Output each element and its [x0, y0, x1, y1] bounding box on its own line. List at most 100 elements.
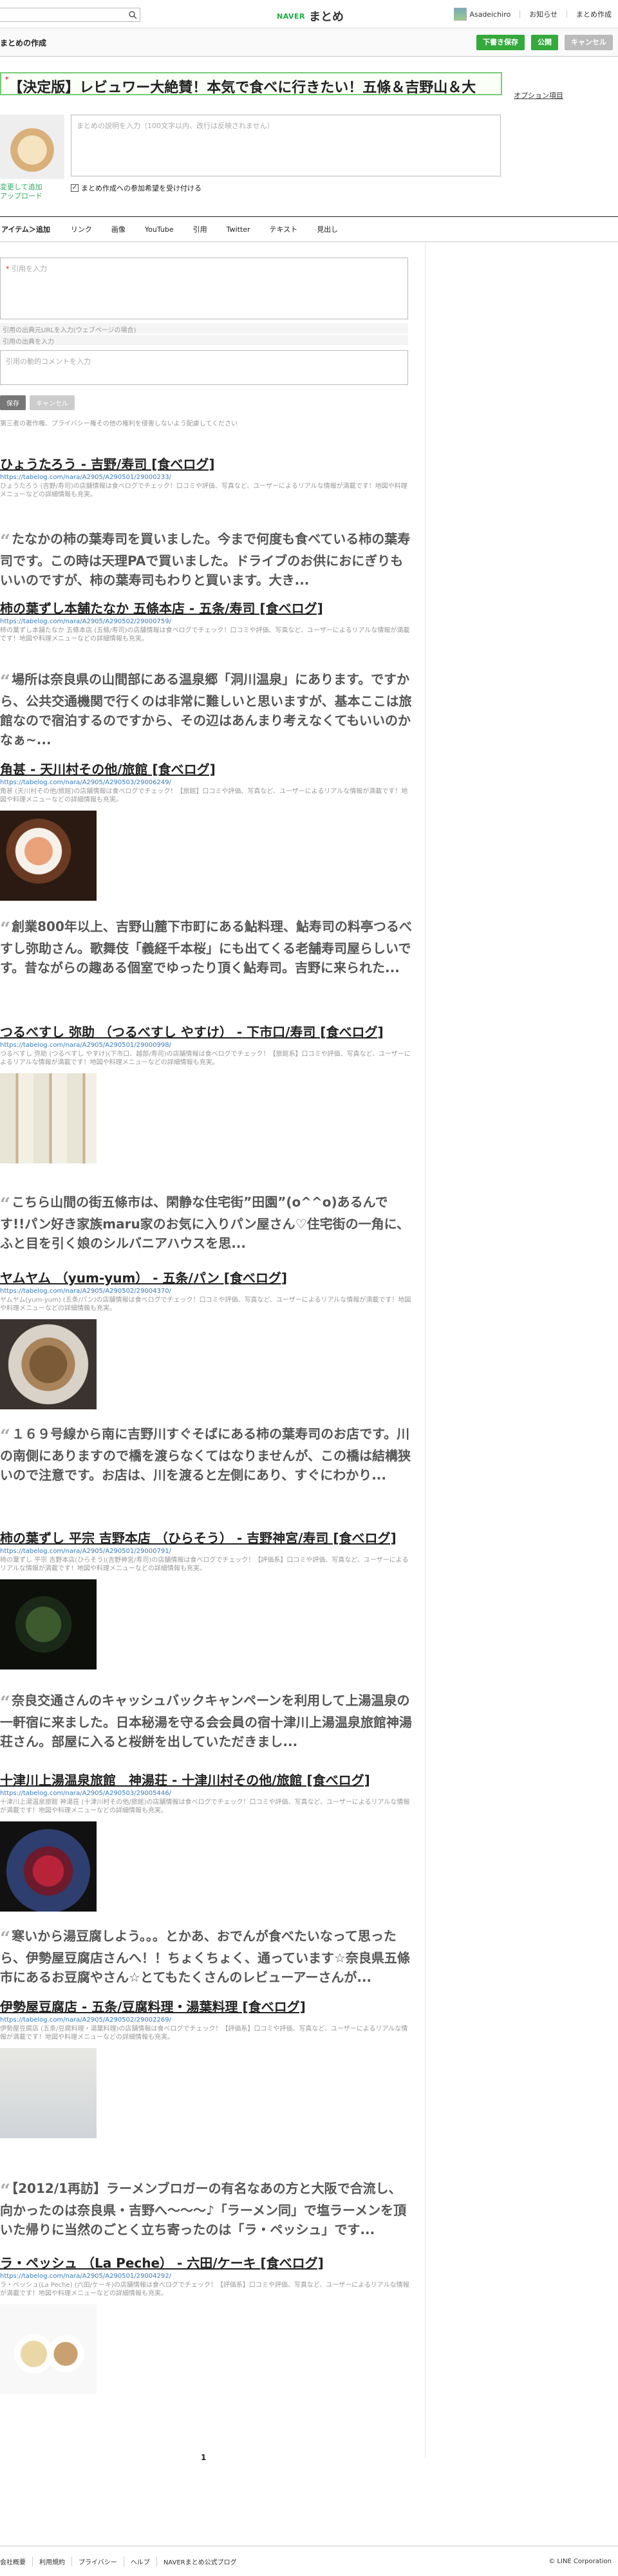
- link-item: つるべすし 弥助 （つるべすし やすけ） - 下市口/寿司 [食べログ] http…: [0, 1024, 412, 1163]
- tab-image[interactable]: 画像: [111, 224, 126, 234]
- link-url[interactable]: https://tabelog.com/nara/A2905/A290501/2…: [0, 474, 412, 481]
- required-mark: *: [6, 265, 12, 273]
- thumbnail-upload-link[interactable]: アップロード: [0, 192, 42, 201]
- quote-item: “奈良交通さんのキャッシュバックキャンペーンを利用して上湯温泉の一軒宿に来ました…: [0, 1691, 412, 1751]
- tab-twitter[interactable]: Twitter: [227, 225, 250, 234]
- user-menu[interactable]: Asadeichiro: [454, 8, 510, 21]
- title-value: 【決定版】レビュワー大絶賛！本気で食べに行きたい！五條＆吉野山＆大: [8, 80, 476, 95]
- link-item: 柿の葉ずし本舗たなか 五條本店 - 五条/寿司 [食べログ] https://ta…: [0, 600, 412, 643]
- link-url[interactable]: https://tabelog.com/nara/A2905/A290503/2…: [0, 1790, 412, 1797]
- add-item-label: アイテム＞追加: [1, 225, 50, 234]
- quote-item: “【2012/1再訪】ラーメンブロガーの有名なあの方と大阪で合流し、向かったのは…: [0, 2179, 412, 2239]
- link-snippet: 柿の葉ずし 平宗 吉野本店(ひらそう)(吉野神宮/寿司)の店舗情報は食べログでチ…: [0, 1557, 409, 1572]
- tab-text[interactable]: テキスト: [270, 224, 298, 234]
- checkbox-checked-icon[interactable]: ✓: [71, 184, 79, 192]
- avatar: [454, 8, 467, 21]
- participation-checkbox[interactable]: ✓ まとめ作成への参加希望を受け付ける: [71, 183, 201, 193]
- save-draft-button[interactable]: 下書き保存: [476, 35, 525, 50]
- user-name: Asadeichiro: [469, 10, 511, 19]
- footer-link-help[interactable]: ヘルプ: [131, 2556, 157, 2566]
- quote-mark-icon: “: [0, 1692, 11, 1713]
- quote-save-button[interactable]: 保存: [0, 395, 26, 410]
- quote-item: “たなかの柿の葉寿司を買いました。今まで何度も食べている柿の葉寿司です。この時は…: [0, 529, 412, 590]
- publish-button[interactable]: 公開: [531, 35, 558, 50]
- link-thumbnail-bread[interactable]: [0, 1319, 97, 1409]
- link-thumbnail-tuna[interactable]: [0, 1821, 97, 1912]
- quote-mark-icon: “: [0, 1425, 11, 1447]
- tab-youtube[interactable]: YouTube: [145, 225, 174, 234]
- quote-text: “１６９号線から南に吉野川すぐそばにある柿の葉寿司のお店です。川の南側にあります…: [0, 1424, 412, 1485]
- pagination-current[interactable]: 1: [201, 2453, 206, 2462]
- link-url[interactable]: https://tabelog.com/nara/A2905/A290502/2…: [0, 1288, 412, 1295]
- site-logo[interactable]: NAVER まとめ: [277, 8, 344, 24]
- page-title: まとめの作成: [0, 39, 47, 48]
- quote-body: 創業800年以上、吉野山麓下市町にある鮎料理、鮎寿司の料亭つるべすし弥助さん。歌…: [0, 919, 412, 975]
- link-title[interactable]: ラ・ペッシュ （La Peche） - 六田/ケーキ [食べログ]: [0, 2255, 412, 2271]
- description-input[interactable]: まとめの説明を入力（100文字以内、改行は反映されません）: [71, 115, 501, 176]
- search-input[interactable]: [0, 8, 140, 22]
- participation-label: まとめ作成への参加希望を受け付ける: [81, 184, 201, 193]
- link-thumbnail-tofu[interactable]: [0, 2048, 97, 2138]
- link-item: 十津川上湯温泉旅館 神湯荘 - 十津川村その他/旅館 [食べログ] https:/…: [0, 1772, 412, 1912]
- link-snippet: ひょうたろう (吉野/寿司)の店舗情報は食べログでチェック！口コミや評価、写真な…: [0, 483, 407, 498]
- quote-body: 奈良交通さんのキャッシュバックキャンペーンを利用して上湯温泉の一軒宿に来ました。…: [0, 1693, 412, 1749]
- link-thumbnail-kaki[interactable]: [0, 1579, 97, 1669]
- link-title[interactable]: 伊勢屋豆腐店 - 五条/豆腐料理・湯葉料理 [食べログ]: [0, 1998, 412, 2015]
- quote-mark-icon: “: [0, 918, 11, 939]
- options-link[interactable]: オプション項目: [514, 90, 563, 100]
- link-url[interactable]: https://tabelog.com/nara/A2905/A290501/2…: [0, 1548, 412, 1555]
- nav-notices[interactable]: お知らせ: [529, 9, 557, 19]
- link-title[interactable]: 角甚 - 天川村その他/旅館 [食べログ]: [0, 761, 412, 778]
- title-input[interactable]: *【決定版】レビュワー大絶賛！本気で食べに行きたい！五條＆吉野山＆大: [0, 72, 502, 95]
- link-snippet: 角甚 (天川村その他/旅館)の店舗情報は食べログでチェック！【旅館】口コミや評価…: [0, 788, 408, 804]
- quote-mark-icon: “: [0, 1928, 11, 1949]
- nav-create-matome[interactable]: まとめ作成: [576, 9, 612, 19]
- footer-link-terms[interactable]: 利用規約: [39, 2556, 72, 2566]
- quote-cancel-button[interactable]: キャンセル: [30, 395, 75, 410]
- link-title[interactable]: つるべすし 弥助 （つるべすし やすけ） - 下市口/寿司 [食べログ]: [0, 1024, 412, 1040]
- tab-heading[interactable]: 見出し: [317, 224, 338, 234]
- quote-text-input[interactable]: * 引用を入力: [0, 258, 408, 319]
- link-title[interactable]: 柿の葉ずし 平宗 吉野本店 （ひらそう） - 吉野神宮/寿司 [食べログ]: [0, 1530, 412, 1547]
- tab-quote[interactable]: 引用: [193, 224, 207, 234]
- link-thumbnail-sashimi[interactable]: [0, 811, 97, 901]
- link-url[interactable]: https://tabelog.com/nara/A2905/A290501/2…: [0, 1042, 412, 1049]
- link-title[interactable]: 柿の葉ずし本舗たなか 五條本店 - 五条/寿司 [食べログ]: [0, 600, 412, 617]
- quote-item: “場所は奈良県の山間部にある温泉郷「洞川温泉」にあります。ですから、公共交通機関…: [0, 670, 412, 749]
- link-title[interactable]: ヤムヤム （yum-yum） - 五条/パン [食べログ]: [0, 1270, 412, 1286]
- divider: [566, 10, 567, 18]
- quote-comment-input[interactable]: 引用の動的コメントを入力: [0, 350, 408, 385]
- link-item: 伊勢屋豆腐店 - 五条/豆腐料理・湯葉料理 [食べログ] https://tabe…: [0, 1998, 412, 2138]
- quote-text: “奈良交通さんのキャッシュバックキャンペーンを利用して上湯温泉の一軒宿に来ました…: [0, 1691, 412, 1751]
- search-icon[interactable]: [128, 10, 137, 19]
- link-thumbnail-sushi[interactable]: [0, 1073, 97, 1163]
- quote-body: 場所は奈良県の山間部にある温泉郷「洞川温泉」にあります。ですから、公共交通機関で…: [0, 672, 412, 747]
- copyright: © LINE Corporation: [548, 2558, 612, 2565]
- logo-matome: まとめ: [308, 10, 344, 24]
- link-url[interactable]: https://tabelog.com/nara/A2905/A290503/2…: [0, 779, 412, 786]
- link-url[interactable]: https://tabelog.com/nara/A2905/A290502/2…: [0, 2017, 412, 2024]
- copyright-note: 第三者の著作権、プライバシー権その他の権利を侵害しないよう配慮してください: [0, 420, 238, 428]
- footer-link-company[interactable]: 会社概要: [0, 2556, 33, 2566]
- quote-source-input[interactable]: 引用の出典を入力: [0, 335, 408, 346]
- link-item: 柿の葉ずし 平宗 吉野本店 （ひらそう） - 吉野神宮/寿司 [食べログ] htt…: [0, 1530, 412, 1669]
- quote-body: 【2012/1再訪】ラーメンブロガーの有名なあの方と大阪で合流し、向かったのは奈…: [0, 2181, 407, 2237]
- thumbnail-image[interactable]: [0, 115, 64, 179]
- quote-url-input[interactable]: 引用の出典元URLを入力(ウェブページの場合): [0, 323, 408, 334]
- link-snippet: つるべすし 弥助 (つるべすし やすけ)(下市口、越部/寿司)の店舗情報は食べロ…: [0, 1051, 411, 1066]
- link-url[interactable]: https://tabelog.com/nara/A2905/A290502/2…: [0, 618, 412, 625]
- tab-link[interactable]: リンク: [71, 224, 92, 234]
- thumbnail-change-link[interactable]: 変更して追加: [0, 183, 42, 192]
- link-title[interactable]: ひょうたろう - 吉野/寿司 [食べログ]: [0, 456, 412, 473]
- quote-item: “こちら山間の街五條市は、閑静な住宅街”田園”(o^^o)あるんです!!パン好き…: [0, 1192, 412, 1253]
- footer: 会社概要 利用規約 プライバシー ヘルプ NAVERまとめ公式ブログ © LIN…: [0, 2546, 618, 2576]
- cancel-button[interactable]: キャンセル: [565, 35, 613, 50]
- logo-naver: NAVER: [277, 12, 305, 21]
- global-header: NAVER まとめ Asadeichiro お知らせ まとめ作成: [0, 0, 618, 28]
- link-thumbnail-cake[interactable]: [0, 2304, 97, 2394]
- link-url[interactable]: https://tabelog.com/nara/A2905/A290501/2…: [0, 2273, 412, 2280]
- link-title[interactable]: 十津川上湯温泉旅館 神湯荘 - 十津川村その他/旅館 [食べログ]: [0, 1772, 412, 1789]
- footer-link-privacy[interactable]: プライバシー: [79, 2556, 124, 2566]
- quote-mark-icon: “: [0, 531, 11, 552]
- footer-link-blog[interactable]: NAVERまとめ公式ブログ: [164, 2557, 243, 2566]
